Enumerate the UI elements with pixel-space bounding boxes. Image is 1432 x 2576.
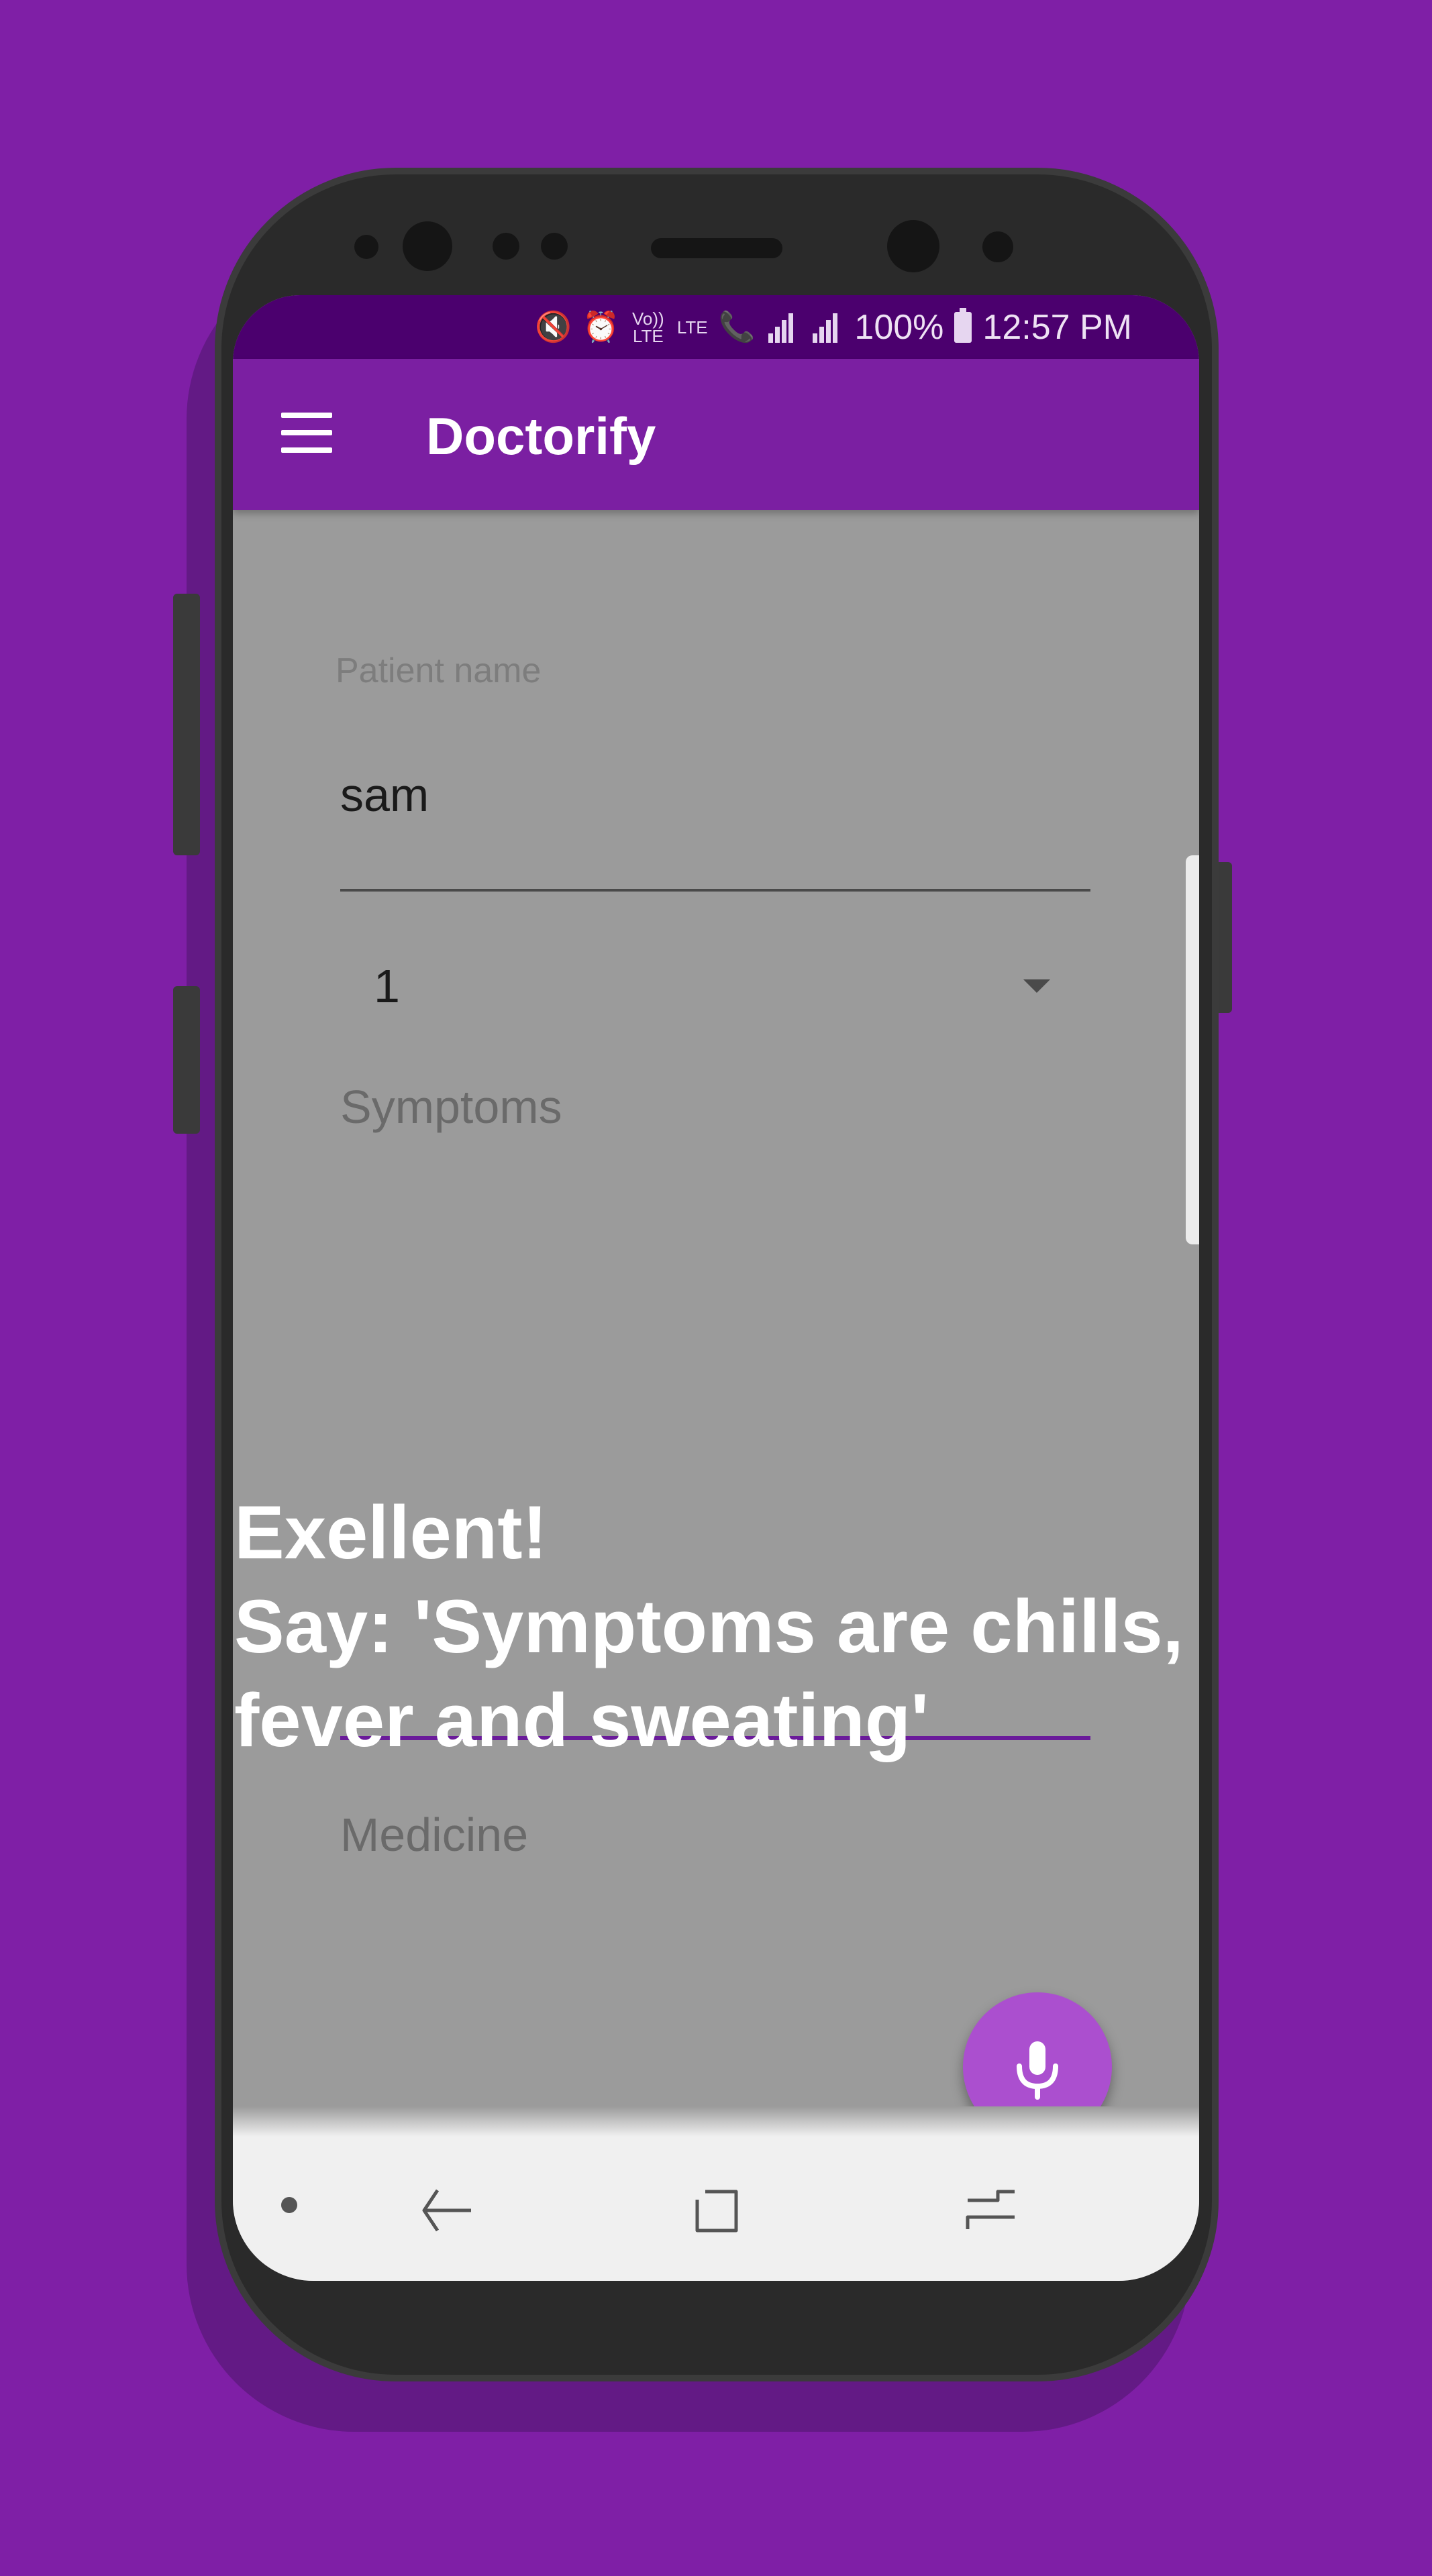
- voice-prompt-text: Exellent! Say: 'Symptoms are chills, fev…: [234, 1491, 1184, 1762]
- app-bar: Doctorify: [233, 359, 1199, 510]
- patient-form: Patient name sam 1 Symptoms Medicine Exe…: [233, 510, 1199, 2141]
- signal-strength-icon: [766, 311, 799, 344]
- phone-screen: 🔇 ⏰ Vo)) LTE LTE 📞 100% 12:57 PM Doctori…: [233, 295, 1199, 2281]
- battery-percentage: 100%: [854, 307, 944, 347]
- patient-name-underline: [340, 889, 1090, 892]
- nav-bar-fade: [233, 2106, 1199, 2137]
- app-title: Doctorify: [426, 407, 656, 466]
- sensor-dot: [541, 233, 568, 260]
- iris-scanner: [887, 220, 939, 272]
- clock: 12:57 PM: [982, 307, 1132, 347]
- mute-icon: 🔇: [535, 310, 572, 343]
- volte-icon: Vo)) LTE: [632, 308, 664, 346]
- count-dropdown[interactable]: 1: [340, 953, 1090, 1020]
- sensor-dot: [493, 233, 519, 260]
- phone-call-icon: 📞: [718, 310, 756, 343]
- dropdown-selected-value: 1: [374, 960, 400, 1012]
- earpiece-speaker: [651, 238, 782, 258]
- dropdown-arrow-icon: [1023, 979, 1050, 993]
- scrollbar[interactable]: [1186, 855, 1199, 1244]
- status-bar: 🔇 ⏰ Vo)) LTE LTE 📞 100% 12:57 PM: [233, 295, 1199, 359]
- medicine-label: Medicine: [340, 1809, 529, 1861]
- dot-icon[interactable]: [281, 2197, 297, 2213]
- sensor-dot: [354, 235, 378, 259]
- hamburger-menu-icon[interactable]: [281, 413, 332, 453]
- signal-strength-icon: [810, 311, 843, 344]
- navigation-bar: [233, 2137, 1199, 2281]
- lte-wifi-icon: LTE: [676, 317, 708, 337]
- recents-icon[interactable]: [958, 2177, 1025, 2244]
- patient-name-input[interactable]: sam: [340, 768, 429, 822]
- volume-down-button: [173, 986, 200, 1134]
- battery-icon: [954, 307, 972, 343]
- symptoms-label: Symptoms: [340, 1081, 562, 1133]
- patient-name-label: Patient name: [336, 651, 542, 690]
- sensor-dot: [982, 231, 1013, 262]
- volume-up-button: [173, 594, 200, 855]
- alarm-icon: ⏰: [582, 310, 619, 343]
- back-arrow-icon[interactable]: [417, 2177, 484, 2244]
- front-camera: [403, 221, 452, 271]
- home-square-icon[interactable]: [682, 2177, 750, 2244]
